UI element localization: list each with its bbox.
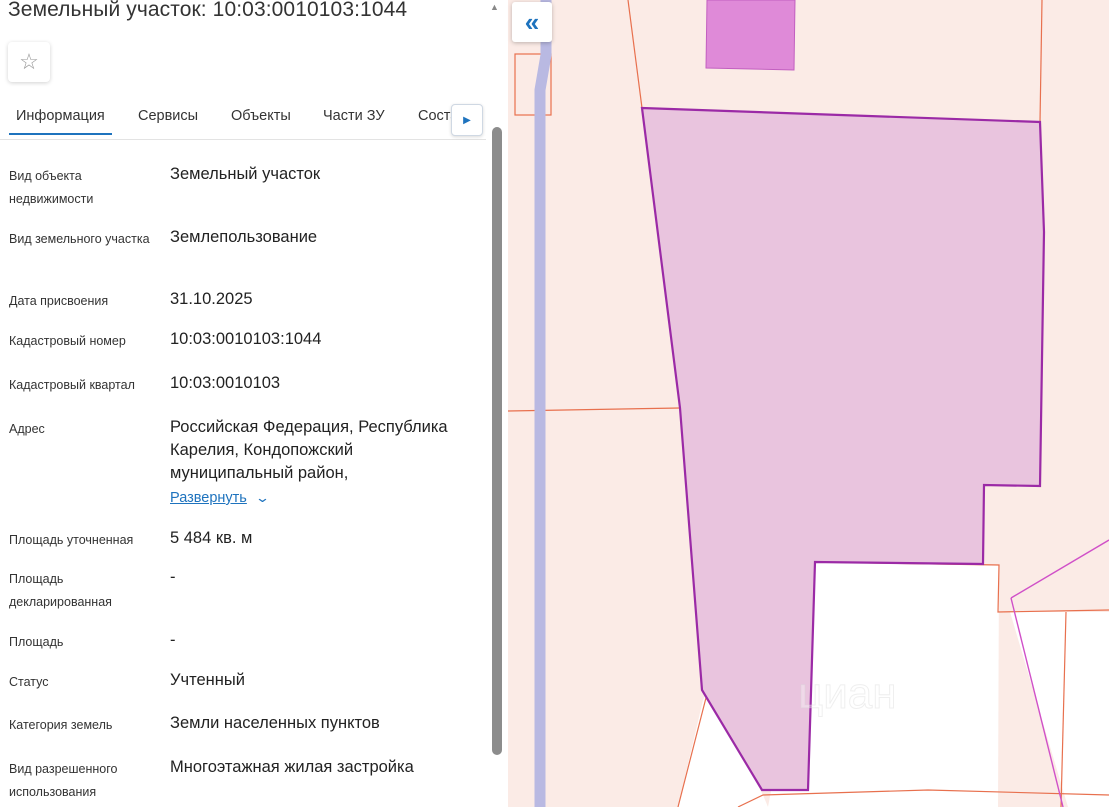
field-label-cadastral-quarter: Кадастровый квартал [9,378,135,392]
address-expand-link[interactable]: Развернуть [170,490,247,506]
tabs-scroll-right-button[interactable]: ▶ [451,104,483,136]
field-label-assign-date: Дата присвоения [9,294,109,308]
active-tab-indicator [9,133,112,135]
field-value-cadastral-number: 10:03:0010103:1044 [170,330,322,348]
field-value-permitted-use: Многоэтажная жилая застройка [170,758,414,776]
field-label-status: Статус [9,675,49,689]
page-title: Земельный участок: 10:03:0010103:1044 [8,0,408,21]
field-value-parcel-type: Землепользование [170,228,318,246]
tab-objects[interactable]: Объекты [231,108,291,124]
caret-right-icon: ▶ [463,114,471,126]
field-label-cadastral-number: Кадастровый номер [9,334,126,348]
map-canvas: циан [508,0,1109,807]
double-chevron-left-icon: « [524,6,540,37]
field-value-land-category: Земли населенных пунктов [170,714,380,732]
road-line [534,0,552,807]
tab-information[interactable]: Информация [16,108,105,124]
field-value-area-declared: - [170,568,176,586]
field-value-object-type: Земельный участок [170,165,321,183]
cadastral-map[interactable]: циан [508,0,1109,807]
field-label-area-specified: Площадь уточненная [9,533,134,547]
field-value-cadastral-quarter: 10:03:0010103 [170,374,281,392]
field-value-assign-date: 31.10.2025 [170,290,253,308]
map-empty-area [998,612,1109,807]
building-polygon [705,0,796,71]
info-panel: Земельный участок: 10:03:0010103:1044 ▲ … [0,0,508,807]
field-value-area: - [170,631,176,649]
panel-scrollbar[interactable] [492,127,502,755]
field-label-parcel-type: Вид земельного участка [9,232,150,246]
field-label-permitted-use: Вид разрешенного использования [9,762,118,799]
scroll-up-arrow-icon[interactable]: ▲ [490,2,499,12]
collapse-panel-button[interactable]: « [512,2,552,42]
tab-services[interactable]: Сервисы [138,108,198,124]
star-icon: ☆ [19,49,39,74]
field-value-area-specified: 5 484 кв. м [170,529,253,547]
tab-parts[interactable]: Части ЗУ [323,108,385,124]
field-value-status: Учтенный [170,671,245,689]
field-label-object-type: Вид объекта недвижимости [9,169,94,206]
favorite-button[interactable]: ☆ [8,42,50,82]
chevron-down-icon[interactable]: ⌄ [255,490,270,506]
field-label-area: Площадь [9,635,64,649]
field-label-area-declared: Площадь декларированная [9,572,112,609]
field-value-address: Российская Федерация, Республика Карелия… [170,418,448,482]
neighbor-parcel-outline [1010,539,1109,599]
map-watermark: циан [798,669,897,718]
field-label-land-category: Категория земель [9,718,113,732]
field-label-address: Адрес [9,422,45,436]
